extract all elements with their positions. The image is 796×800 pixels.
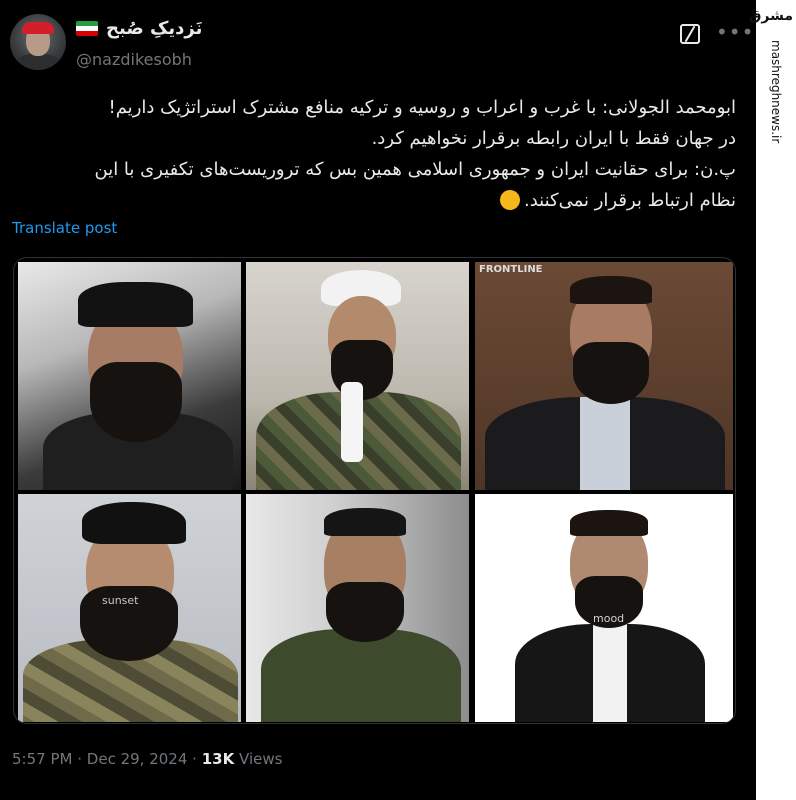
meta-separator: ·: [192, 750, 197, 768]
photo-4[interactable]: sunset: [18, 494, 241, 722]
mashregh-logo: مشرق: [748, 8, 793, 24]
photo-6[interactable]: mood: [475, 494, 733, 722]
avatar[interactable]: [10, 14, 66, 70]
post-date[interactable]: Dec 29, 2024: [87, 750, 188, 768]
tweet-line: ابومحمد الجولانی: با غرب و اعراب و روسیه…: [108, 97, 736, 118]
tweet-line: نظام ارتباط برقرار نمی‌کنند.: [523, 190, 736, 211]
translate-post-link[interactable]: Translate post: [12, 219, 117, 237]
tweet-text: ابومحمد الجولانی: با غرب و اعراب و روسیه…: [10, 92, 737, 216]
media-grid[interactable]: FRONTLINE sunset mood: [13, 257, 736, 724]
iran-flag-icon: [76, 21, 98, 36]
tweet-line-last: نظام ارتباط برقرار نمی‌کنند.: [10, 185, 736, 216]
tweet-line: پ.ن: برای حقانیت ایران و جمهوری اسلامی ه…: [94, 159, 737, 180]
photo-3[interactable]: FRONTLINE: [475, 262, 733, 490]
author-display-name[interactable]: نَزدیکِ صُبح: [106, 18, 202, 39]
avatar-cap: [22, 22, 54, 34]
side-watermark-strip: مشرق mashreghnews.ir: [748, 0, 796, 800]
ok-hand-emoji-icon: [499, 190, 520, 210]
tweet-line: در جهان فقط با ایران رابطه برقرار نخواهی…: [371, 128, 736, 149]
views-count: 13K: [201, 750, 235, 768]
tweet-card: نَزدیکِ صُبح @nazdikesobh ••• ابومحمد ال…: [0, 0, 756, 800]
post-meta: 5:57 PM · Dec 29, 2024 · 13K Views: [12, 750, 282, 768]
watermark-mood: mood: [593, 612, 625, 625]
grok-icon[interactable]: [680, 24, 700, 44]
photo-1[interactable]: [18, 262, 241, 490]
watermark-sunset: sunset: [102, 594, 139, 607]
photo-5[interactable]: [246, 494, 469, 722]
avatar-body: [16, 54, 60, 70]
author-name-row[interactable]: نَزدیکِ صُبح: [76, 18, 202, 39]
post-time[interactable]: 5:57 PM: [12, 750, 72, 768]
mashregh-url: mashreghnews.ir: [769, 40, 783, 144]
views-label: Views: [239, 750, 283, 768]
meta-separator: ·: [77, 750, 83, 768]
author-handle[interactable]: @nazdikesobh: [76, 50, 192, 69]
watermark-frontline: FRONTLINE: [479, 264, 543, 275]
photo-2[interactable]: [246, 262, 469, 490]
